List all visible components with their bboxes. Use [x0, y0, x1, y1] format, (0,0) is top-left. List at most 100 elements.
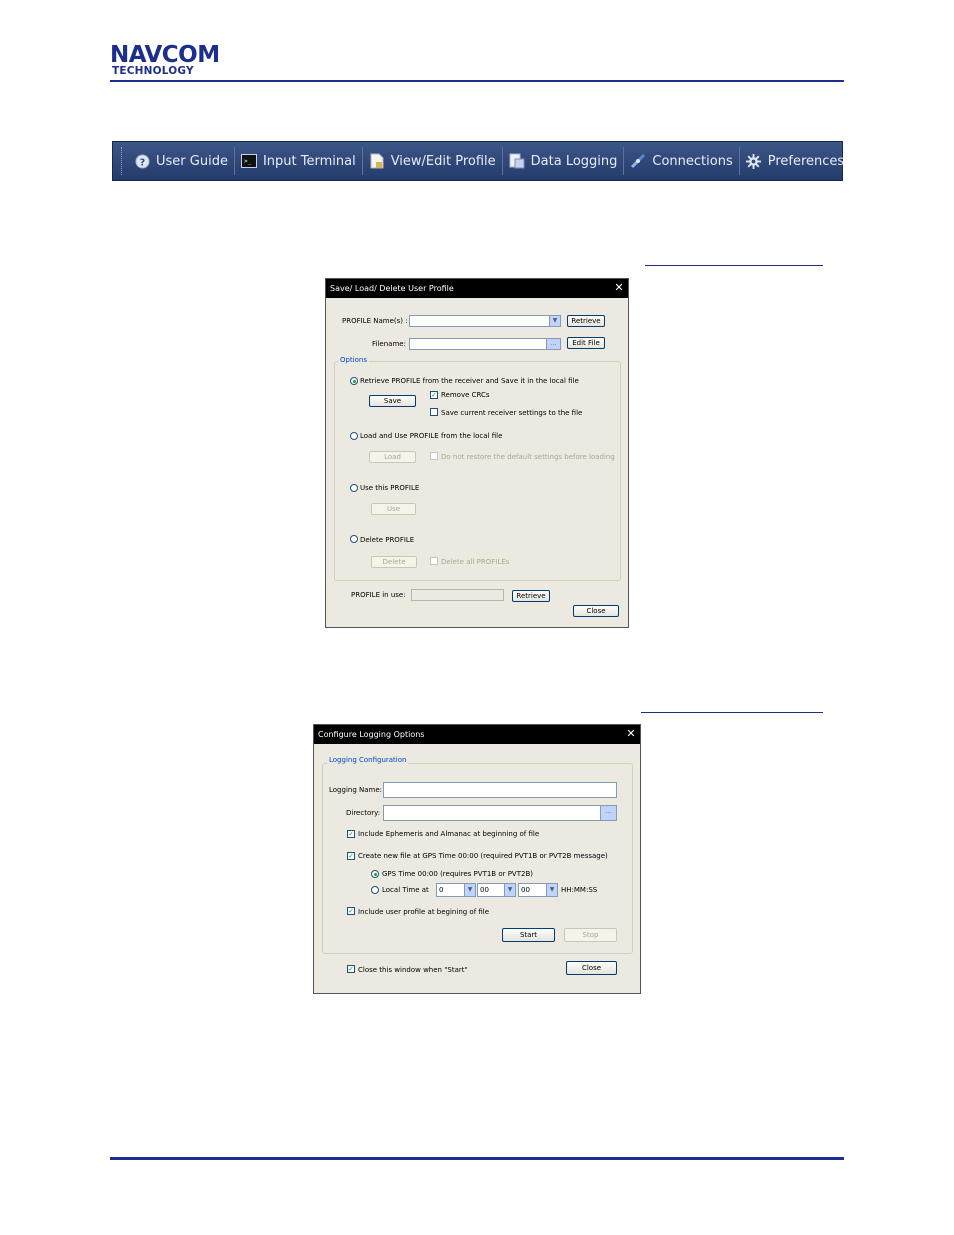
second-value: 00: [521, 886, 530, 894]
opt-load-label: Load and Use PROFILE from the local file: [360, 432, 503, 440]
profile-document-icon: [369, 153, 385, 169]
delete-all-checkbox[interactable]: [430, 557, 438, 565]
gps-time-label: GPS Time 00:00 (requires PVT1B or PVT2B): [382, 870, 533, 878]
svg-text:>_: >_: [244, 158, 252, 165]
profile-dialog: Save/ Load/ Delete User Profile ✕ PROFIL…: [325, 278, 629, 628]
no-restore-label: Do not restore the default settings befo…: [441, 453, 615, 461]
close-when-start-checkbox[interactable]: ✓: [347, 965, 355, 973]
toolbar-label: Preferences: [767, 153, 845, 169]
radio-local-time[interactable]: [371, 886, 379, 894]
close-when-start-label: Close this window when "Start": [358, 966, 468, 974]
close-icon[interactable]: ✕: [624, 727, 638, 741]
chevron-down-icon[interactable]: ▼: [546, 884, 557, 896]
directory-label: Directory:: [346, 809, 381, 817]
include-profile-label: Include user profile at begining of file: [358, 908, 490, 916]
create-new-file-checkbox[interactable]: ✓: [347, 852, 355, 860]
save-current-label: Save current receiver settings to the fi…: [441, 409, 583, 417]
stop-button[interactable]: Stop: [564, 928, 617, 942]
save-button[interactable]: Save: [369, 395, 416, 407]
toolbar-label: Data Logging: [530, 153, 618, 169]
second-dropdown[interactable]: 00 ▼: [518, 883, 558, 897]
radio-gps-time[interactable]: [371, 870, 379, 878]
navcom-logo: NAVCOM TECHNOLOGY: [110, 42, 220, 77]
help-circle-icon: ?: [134, 153, 150, 169]
options-group-label: Options: [338, 356, 370, 364]
profile-in-use-label: PROFILE in use:: [351, 591, 406, 599]
toolbar-label: User Guide: [156, 153, 228, 169]
remove-crcs-label: Remove CRCs: [441, 391, 490, 399]
profile-name-label: PROFILE Name(s) :: [342, 317, 408, 325]
opt-delete-label: Delete PROFILE: [360, 536, 415, 544]
logging-name-field[interactable]: [383, 782, 617, 798]
close-button[interactable]: Close: [573, 605, 619, 617]
edit-file-button[interactable]: Edit File: [567, 337, 605, 349]
include-ephemeris-label: Include Ephemeris and Almanac at beginni…: [358, 830, 540, 838]
close-icon[interactable]: ✕: [612, 281, 626, 295]
gear-icon: [746, 153, 762, 169]
delete-button[interactable]: Delete: [371, 556, 417, 568]
toolbar-connections[interactable]: Connections: [624, 146, 738, 176]
toolbar-label: View/Edit Profile: [390, 153, 496, 169]
svg-text:?: ?: [139, 157, 144, 168]
toolbar-view-edit-profile[interactable]: View/Edit Profile: [363, 146, 502, 176]
profile-in-use-field: [411, 589, 504, 601]
header-rule: [110, 80, 844, 82]
opt-retrieve-label: Retrieve PROFILE from the receiver and S…: [360, 377, 579, 385]
main-toolbar: ? User Guide >_ Input Terminal View/Edit…: [112, 141, 844, 181]
dialog-title-bar: Save/ Load/ Delete User Profile ✕: [326, 279, 628, 298]
minute-dropdown[interactable]: 00 ▼: [477, 883, 516, 897]
toolbar-label: Connections: [652, 153, 733, 169]
terminal-icon: >_: [240, 153, 257, 169]
chevron-down-icon[interactable]: ▼: [549, 316, 560, 326]
save-current-checkbox[interactable]: [430, 408, 438, 416]
hyperlink-underline[interactable]: [645, 265, 823, 266]
footer-rule: [110, 1157, 844, 1160]
hour-value: 0: [439, 886, 444, 894]
include-profile-checkbox[interactable]: ✓: [347, 907, 355, 915]
chevron-down-icon[interactable]: ▼: [504, 884, 515, 896]
remove-crcs-checkbox[interactable]: ✓: [430, 391, 438, 399]
create-new-file-label: Create new file at GPS Time 00:00 (requi…: [358, 852, 608, 860]
logging-name-label: Logging Name:: [329, 786, 383, 794]
chevron-down-icon[interactable]: ▼: [464, 884, 475, 896]
no-restore-checkbox[interactable]: [430, 452, 438, 460]
logo-line1: NAVCOM: [110, 42, 220, 68]
minute-value: 00: [480, 886, 489, 894]
directory-field[interactable]: ...: [383, 805, 617, 821]
connections-icon: [630, 153, 646, 169]
toolbar-input-terminal[interactable]: >_ Input Terminal: [235, 146, 362, 176]
delete-all-label: Delete all PROFILEs: [441, 558, 510, 566]
toolbar-data-logging[interactable]: Data Logging: [503, 146, 624, 176]
dialog-title-bar: Configure Logging Options ✕: [314, 725, 640, 744]
browse-button[interactable]: ...: [546, 339, 560, 349]
retrieve-in-use-button[interactable]: Retrieve: [512, 590, 550, 602]
opt-use-label: Use this PROFILE: [360, 484, 420, 492]
logging-dialog: Configure Logging Options ✕ Logging Conf…: [313, 724, 641, 994]
dialog-title: Configure Logging Options: [318, 730, 425, 739]
data-logging-icon: [509, 153, 525, 169]
toolbar-preferences[interactable]: Preferences: [740, 146, 850, 176]
start-button[interactable]: Start: [502, 928, 555, 942]
close-button[interactable]: Close: [566, 961, 617, 975]
include-ephemeris-checkbox[interactable]: ✓: [347, 830, 355, 838]
toolbar-grip[interactable]: [121, 147, 122, 175]
use-button[interactable]: Use: [371, 503, 416, 515]
logging-config-label: Logging Configuration: [327, 756, 409, 764]
toolbar-user-guide[interactable]: ? User Guide: [128, 146, 234, 176]
browse-button[interactable]: ...: [600, 806, 616, 820]
dialog-title: Save/ Load/ Delete User Profile: [330, 284, 454, 293]
load-button[interactable]: Load: [369, 451, 416, 463]
filename-label: Filename:: [372, 340, 406, 348]
profile-name-dropdown[interactable]: ▼: [409, 315, 561, 327]
hyperlink-underline[interactable]: [641, 712, 823, 713]
retrieve-button[interactable]: Retrieve: [567, 315, 605, 327]
time-format-label: HH:MM:SS: [561, 886, 598, 894]
radio-retrieve-save[interactable]: [350, 377, 358, 385]
hour-dropdown[interactable]: 0 ▼: [436, 883, 476, 897]
radio-load-use[interactable]: [350, 432, 358, 440]
radio-delete-profile[interactable]: [350, 535, 358, 543]
local-time-label: Local Time at: [382, 886, 429, 894]
toolbar-label: Input Terminal: [262, 153, 356, 169]
radio-use-profile[interactable]: [350, 484, 358, 492]
filename-field[interactable]: ...: [409, 338, 561, 350]
